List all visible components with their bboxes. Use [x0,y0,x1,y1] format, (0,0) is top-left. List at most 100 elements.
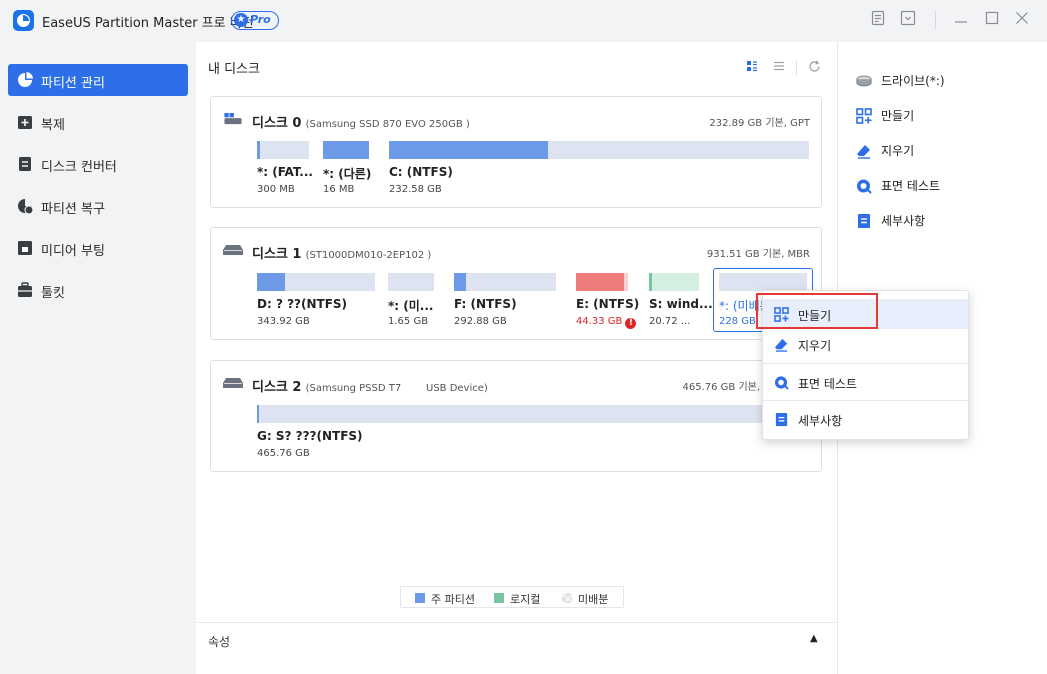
partition-1-3[interactable]: E: (NTFS) 44.33 GB! [576,273,639,333]
context-menu-item-surface-test[interactable]: 표면 테스트 [763,367,968,397]
partition-0-1[interactable]: *: (다른) 16 MB [323,141,372,201]
partition-0-0[interactable]: *: (FAT... 300 MB [257,141,313,201]
app-logo-icon [13,10,34,31]
context-menu-label: 세부사항 [798,414,843,428]
partition-size: 20.72 ... [649,316,691,327]
context-menu-divider [763,400,968,401]
sidebar-item-label: 툴킷 [41,286,65,301]
disk-model: (Samsung SSD 870 EVO 250GB ) [305,119,470,130]
partition-size: 232.58 GB [389,184,442,195]
ssd-icon [224,113,242,125]
bootable-media-icon [18,241,32,255]
converter-icon [19,157,31,171]
partition-legend: 주 파티션 로지컬 미배분 [400,586,624,608]
app-title: EaseUS Partition Master 프로 버전 [42,16,254,31]
action-label: 만들기 [881,109,915,123]
sidebar-item-label: 디스크 컨버터 [41,160,117,175]
context-menu-label: 지우기 [798,339,832,353]
legend-item-unallocated: 미배분 [562,591,608,607]
eraser-icon [774,338,788,352]
partition-label: G: S? ???(NTFS) [257,429,363,443]
partition-0-2[interactable]: C: (NTFS) 232.58 GB [389,141,809,201]
view-divider [796,60,797,76]
partition-label: *: (다른) [323,167,372,181]
sidebar-item-bootable-media[interactable]: 미디어 부팅 [8,232,188,264]
minimize-icon[interactable] [951,10,971,30]
sidebar-item-label: 파티션 관리 [41,76,105,91]
warning-icon: ! [625,318,637,329]
grid-view-icon[interactable] [744,60,760,76]
context-menu-divider [763,363,968,364]
clone-icon [18,116,32,129]
sidebar-item-label: 미디어 부팅 [41,244,105,259]
properties-label: 속성 [208,635,231,649]
partition-label: *: (FAT... [257,165,313,179]
legend-item-logical: 로지컬 [494,591,540,607]
partition-label: *: (미... [388,299,434,313]
disk-name: 디스크 2 (Samsung PSSD T7 USB Device) [252,380,488,395]
details-icon [775,412,788,427]
partition-1-0[interactable]: D: ? ??(NTFS) 343.92 GB [257,273,375,333]
action-label: 드라이브(*:) [881,74,945,88]
pro-badge[interactable]: ★ Pro [231,11,279,30]
partition-1-4[interactable]: S: wind... 20.72 ... [649,273,713,333]
toolkit-icon [18,282,32,297]
hdd-icon [223,245,243,255]
list-view-icon[interactable] [771,60,787,76]
disk-info: 232.89 GB 기본, GPT [709,118,810,129]
action-label: 지우기 [881,144,915,158]
context-menu-item-details[interactable]: 세부사항 [763,404,968,434]
properties-divider [196,622,836,623]
legend-item-primary: 주 파티션 [415,591,475,607]
sidebar-item-partition-recovery[interactable]: 파티션 복구 [8,190,188,222]
partition-size: 300 MB [257,184,295,195]
sidebar-item-toolkit[interactable]: 툴킷 [8,274,188,306]
partition-label: E: (NTFS) [576,297,640,311]
sidebar-item-partition-manager[interactable]: 파티션 관리 [8,64,188,96]
partition-size: 465.76 GB [257,448,310,459]
sidebar-item-label: 파티션 복구 [41,202,105,217]
annotation-highlight-box [756,293,878,329]
feedback-icon[interactable] [868,10,888,30]
partition-2-0[interactable]: G: S? ???(NTFS) 465.76 GB [257,405,809,465]
surface-test-icon [857,179,872,194]
eraser-icon [857,145,870,159]
pie-chart-icon [18,72,33,87]
properties-toggle[interactable]: ▲ [810,633,818,644]
title-bar: EaseUS Partition Master 프로 버전 ★ Pro [0,0,1047,42]
disk-model: (ST1000DM010-2EP102 ) [305,250,432,261]
star-icon: ★ [234,13,248,27]
action-label: 세부사항 [881,214,926,228]
partition-size: 16 MB [323,184,355,195]
sidebar-item-label: 복제 [41,118,65,133]
menu-icon[interactable] [898,10,918,30]
partition-1-2[interactable]: F: (NTFS) 292.88 GB [454,273,556,333]
partition-label: C: (NTFS) [389,165,453,179]
page-title: 내 디스크 [208,62,260,77]
disk-name: 디스크 0 (Samsung SSD 870 EVO 250GB ) [252,116,470,131]
maximize-icon[interactable] [982,10,1002,30]
partition-1-1[interactable]: *: (미... 1.65 GB [388,273,434,333]
disk-info: 931.51 GB 기본, MBR [706,249,810,260]
context-menu-item-delete[interactable]: 지우기 [763,329,968,359]
partition-label: D: ? ??(NTFS) [257,297,348,311]
refresh-icon[interactable] [806,60,822,76]
close-icon[interactable] [1012,10,1032,30]
partition-size: 292.88 GB [454,316,507,327]
context-menu-label: 표면 테스트 [798,377,858,391]
partition-size: 228 GB [719,316,756,327]
sidebar-item-clone[interactable]: 복제 [8,106,188,138]
partition-size: 343.92 GB [257,316,310,327]
titlebar-divider [935,11,936,29]
hdd-icon [223,378,243,388]
drive-icon [856,75,872,87]
partition-label: F: (NTFS) [454,297,517,311]
partition-size: 1.65 GB [388,316,429,327]
disk-name: 디스크 1 (ST1000DM010-2EP102 ) [252,247,432,262]
action-label: 표면 테스트 [881,179,941,193]
create-icon [856,108,872,124]
details-icon [858,214,870,228]
partition-label: S: wind... [649,297,713,311]
sidebar-item-disk-converter[interactable]: 디스크 컨버터 [8,148,188,180]
partition-size: 44.33 GB! [576,316,637,329]
